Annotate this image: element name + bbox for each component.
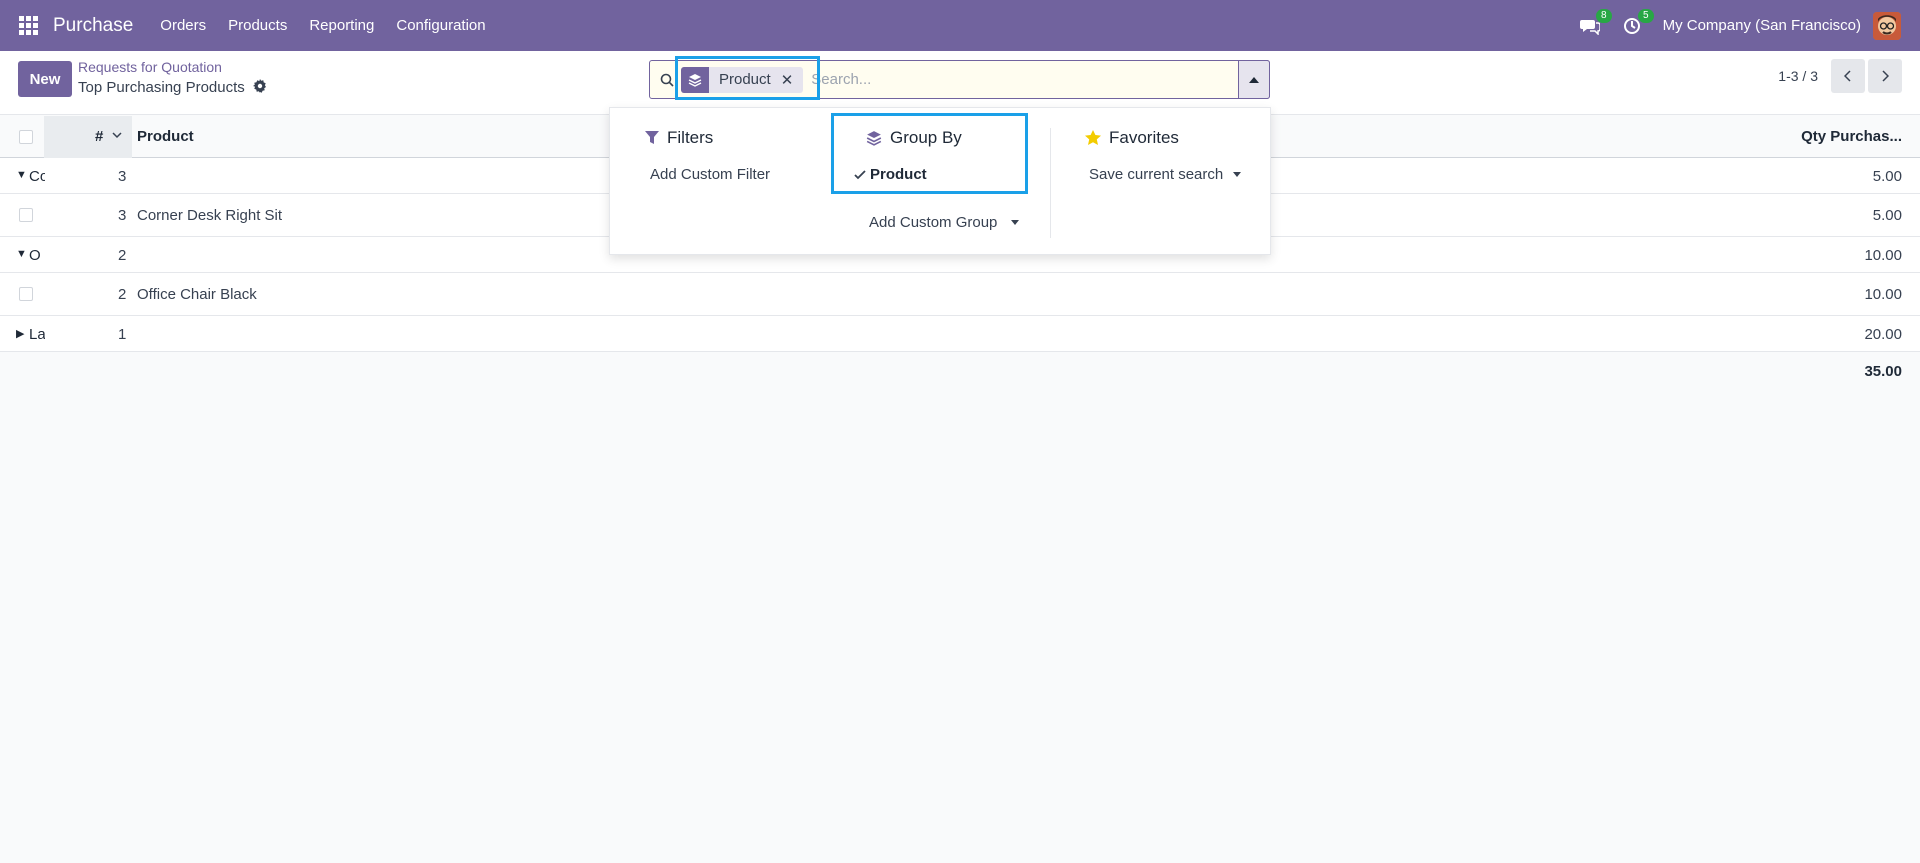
user-avatar[interactable]	[1873, 11, 1901, 40]
filter-icon	[645, 131, 659, 144]
filters-title-text: Filters	[667, 128, 714, 147]
page-title: Top Purchasing Products	[78, 79, 267, 96]
row-product: Corner Desk Right Sit	[137, 207, 283, 224]
add-custom-group[interactable]: Add Custom Group	[869, 214, 1020, 231]
row-qty: 10.00	[1864, 286, 1902, 303]
caret-down-icon: ▼	[16, 169, 27, 181]
row-count: 2	[118, 286, 127, 303]
save-current-search[interactable]: Save current search	[1089, 166, 1242, 183]
row-qty: 5.00	[1872, 207, 1902, 224]
new-button[interactable]: New	[18, 61, 72, 97]
messages-icon[interactable]: 8	[1579, 8, 1612, 37]
company-switcher[interactable]: My Company (San Francisco)	[1663, 17, 1861, 34]
filters-title: Filters	[645, 128, 713, 148]
group-qty: 10.00	[1864, 247, 1902, 264]
star-icon	[1085, 130, 1101, 145]
product-column-header[interactable]: Product	[137, 128, 194, 145]
caret-right-icon: ▶	[16, 328, 25, 340]
group-label: La	[29, 326, 45, 343]
menu-products[interactable]: Products	[217, 17, 298, 34]
caret-up-icon	[1249, 76, 1259, 83]
chevron-right-icon	[1882, 70, 1889, 82]
table-row[interactable]: 2 Office Chair Black 10.00	[0, 273, 1920, 316]
favorites-title: Favorites	[1085, 128, 1179, 148]
panel-divider	[1050, 128, 1051, 238]
app-name[interactable]: Purchase	[53, 15, 133, 37]
pager: 1-3 / 3	[1778, 59, 1902, 93]
breadcrumb[interactable]: Requests for Quotation	[78, 59, 222, 75]
select-all-checkbox[interactable]	[19, 130, 33, 144]
activities-badge: 5	[1638, 8, 1654, 23]
menu-configuration[interactable]: Configuration	[385, 17, 496, 34]
group-count: 1	[118, 326, 127, 343]
main-menu: Orders Products Reporting Configuration	[149, 17, 496, 34]
highlight-box-facet	[675, 56, 820, 100]
highlight-box-groupby	[831, 113, 1028, 194]
save-current-search-label: Save current search	[1089, 166, 1224, 183]
gear-icon[interactable]	[252, 79, 267, 96]
search-options-toggle[interactable]	[1238, 60, 1270, 99]
group-count: 3	[118, 168, 127, 185]
count-column-header[interactable]: #	[95, 128, 103, 145]
group-qty: 20.00	[1864, 326, 1902, 343]
menu-reporting[interactable]: Reporting	[298, 17, 385, 34]
group-label: O	[29, 247, 41, 264]
chevron-left-icon	[1844, 70, 1851, 82]
search-input[interactable]	[811, 71, 1212, 88]
pager-value[interactable]: 1-3 / 3	[1778, 68, 1818, 84]
table-footer: 35.00	[0, 352, 1920, 390]
qty-column-header[interactable]: Qty Purchas...	[1801, 128, 1902, 145]
pager-previous-button[interactable]	[1831, 59, 1865, 93]
control-panel: New Requests for Quotation Top Purchasin…	[0, 51, 1920, 115]
add-custom-group-label: Add Custom Group	[869, 214, 998, 231]
page-title-text: Top Purchasing Products	[78, 79, 245, 96]
group-count: 2	[118, 247, 127, 264]
group-row[interactable]: ▶ La 1 20.00	[0, 316, 1920, 352]
caret-down-icon: ▼	[16, 248, 27, 260]
row-checkbox[interactable]	[19, 208, 33, 222]
caret-down-icon	[1011, 220, 1020, 225]
top-navbar: Purchase Orders Products Reporting Confi…	[0, 0, 1920, 51]
favorites-title-text: Favorites	[1109, 128, 1179, 147]
messages-badge: 8	[1596, 8, 1612, 23]
chevron-down-icon[interactable]	[112, 128, 122, 142]
row-checkbox[interactable]	[19, 287, 33, 301]
menu-orders[interactable]: Orders	[149, 17, 217, 34]
group-qty: 5.00	[1872, 168, 1902, 185]
pager-next-button[interactable]	[1868, 59, 1902, 93]
add-custom-filter[interactable]: Add Custom Filter	[650, 166, 770, 183]
row-count: 3	[118, 207, 127, 224]
apps-menu-icon[interactable]	[19, 15, 39, 36]
group-label: Co	[29, 168, 45, 185]
row-product: Office Chair Black	[137, 286, 257, 303]
caret-down-icon	[1233, 172, 1242, 177]
total-qty: 35.00	[1864, 363, 1902, 380]
activities-icon[interactable]: 5	[1621, 8, 1654, 37]
search-icon	[660, 73, 674, 87]
